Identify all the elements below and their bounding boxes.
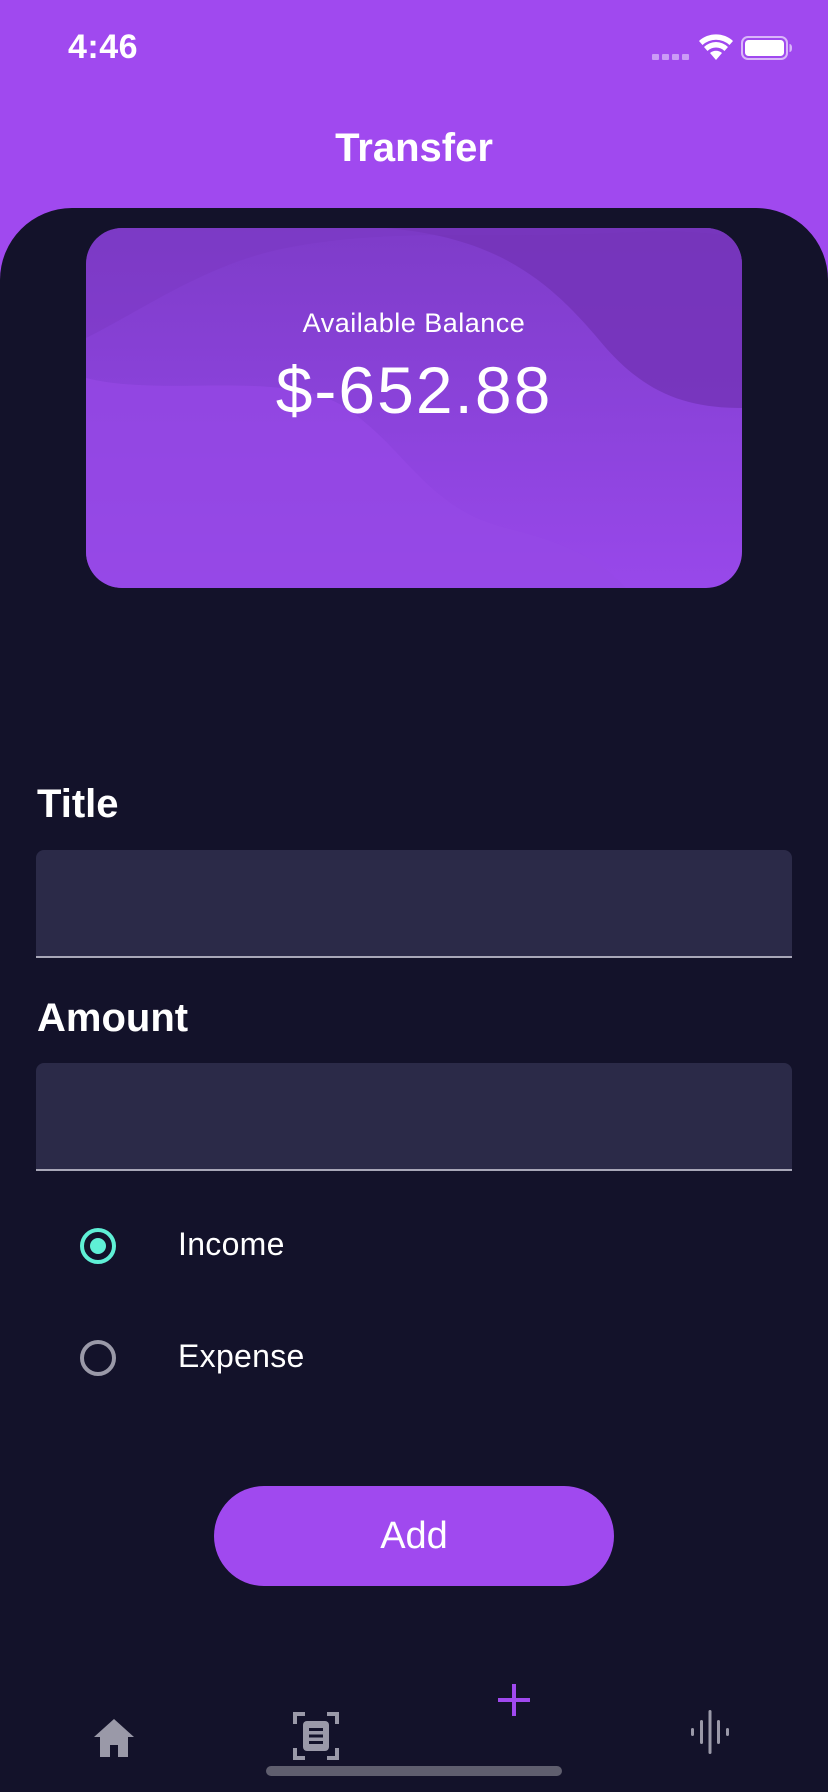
home-icon: [94, 1719, 134, 1757]
cellular-signal-icon: [652, 54, 692, 60]
nav-item-add[interactable]: [494, 1680, 534, 1720]
balance-card: Available Balance $-652.88: [86, 228, 742, 588]
title-label: Title: [37, 782, 119, 826]
audio-waveform-icon: [691, 1710, 729, 1754]
radio-option-income[interactable]: Income: [40, 1206, 540, 1286]
balance-label: Available Balance: [302, 308, 526, 338]
radio-option-expense[interactable]: Expense: [40, 1318, 540, 1398]
balance-value: $-652.88: [275, 353, 553, 427]
amount-label: Amount: [37, 996, 189, 1040]
radio-unselected-icon[interactable]: [80, 1340, 116, 1376]
nav-item-scan[interactable]: [288, 1708, 344, 1764]
nav-item-home[interactable]: [86, 1710, 142, 1766]
add-button[interactable]: Add: [214, 1486, 614, 1586]
status-bar: 4:46: [0, 0, 828, 100]
nav-item-stats[interactable]: [690, 1710, 730, 1754]
radio-label-expense: Expense: [178, 1338, 305, 1374]
wifi-icon: [699, 34, 733, 60]
status-time: 4:46: [68, 28, 139, 66]
plus-icon: [498, 1684, 530, 1716]
title-input[interactable]: [36, 850, 792, 958]
radio-selected-icon[interactable]: [80, 1228, 116, 1264]
document-scan-icon: [293, 1712, 339, 1760]
page-title: Transfer: [335, 126, 493, 170]
battery-icon: [741, 36, 792, 60]
amount-input[interactable]: [36, 1063, 792, 1171]
home-indicator: [266, 1766, 562, 1776]
radio-label-income: Income: [178, 1226, 285, 1262]
